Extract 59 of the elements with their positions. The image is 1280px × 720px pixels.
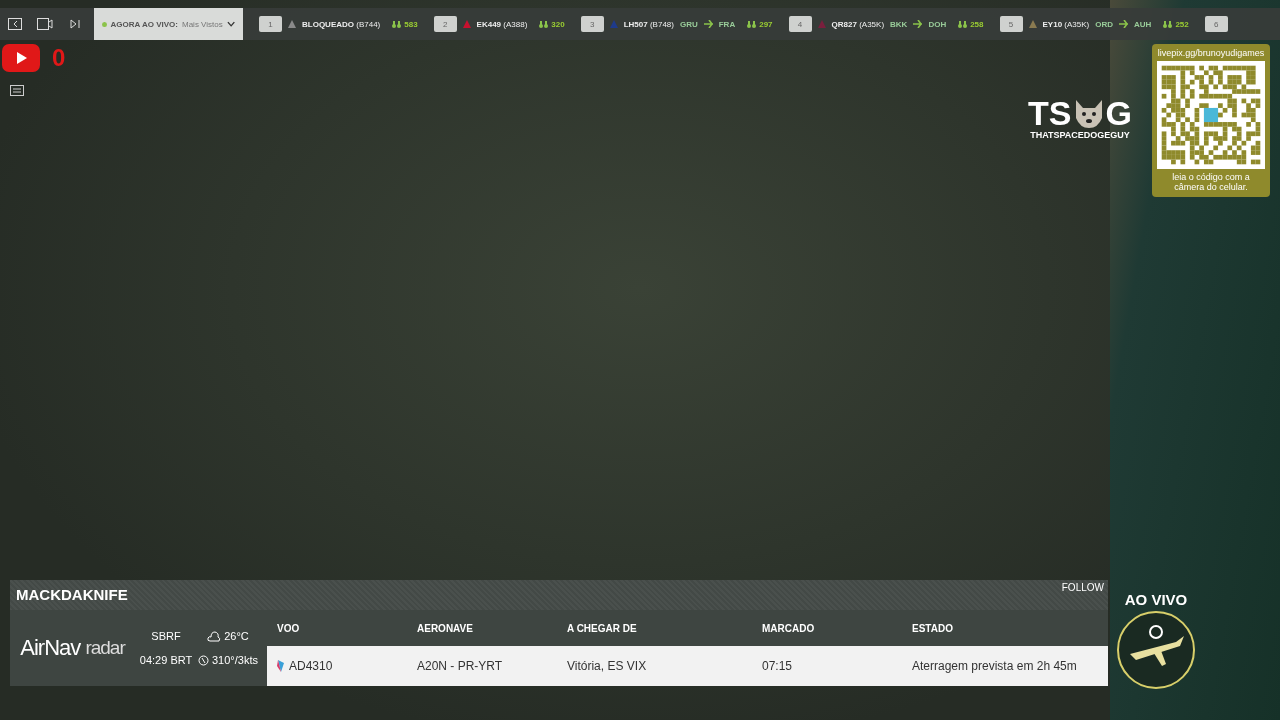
- origin-code: BKK: [890, 19, 908, 29]
- airnav-logo: AirNav radar: [19, 634, 127, 662]
- table-cell: Vitória, ES VIX: [567, 659, 647, 673]
- flight-label[interactable]: LH507 (B748): [623, 19, 674, 29]
- view-count: 320: [551, 19, 565, 29]
- column-header: MARCADO: [762, 622, 816, 634]
- flight-label[interactable]: EK449 (A388): [476, 19, 528, 29]
- viewer-count: 0: [52, 44, 66, 72]
- flight-label[interactable]: BLOQUEADO (B744): [302, 19, 381, 29]
- airline-logo-icon: [277, 660, 285, 672]
- rank-label: 2: [433, 16, 457, 32]
- binoculars-icon: [539, 20, 549, 28]
- rank-label: 6: [1204, 16, 1228, 32]
- qr-url: livepix.gg/brunoyudigames: [1157, 48, 1265, 58]
- table-cell: 07:15: [762, 659, 793, 673]
- origin-code: ORD: [1095, 19, 1114, 29]
- origin-code: GRU: [679, 19, 698, 29]
- qr-caption: leia o código com a câmera do celular.: [1171, 172, 1251, 192]
- rank-label: 1: [259, 16, 282, 32]
- logo-tagline: THATSPACEDOGEGUY: [1030, 130, 1130, 140]
- binoculars-icon: [392, 20, 402, 28]
- cloud-icon: [207, 630, 222, 642]
- view-count: 252: [1175, 19, 1189, 29]
- flight-label[interactable]: EY10 (A35K): [1042, 19, 1090, 29]
- feed-dropdown[interactable]: AGORA AO VIVO: Mais Vistos: [94, 8, 243, 40]
- flight-row[interactable]: AD4310 A20N - PR-YRT Vitória, ES VIX 07:15 Aterragem prevista em 2h 45m: [267, 646, 1108, 686]
- column-header: ESTADO: [912, 622, 954, 634]
- airplane-badge-icon: [1116, 610, 1196, 690]
- table-cell: AD4310: [289, 659, 333, 673]
- rank-label: 4: [788, 16, 812, 32]
- local-time: 04:29 BRT: [138, 654, 194, 666]
- column-header: A CHEGAR DE: [567, 622, 638, 634]
- binoculars-icon: [747, 20, 757, 28]
- binoculars-icon: [1163, 20, 1173, 28]
- logo-text: TS: [1028, 96, 1072, 130]
- flight-label[interactable]: QR827 (A35K): [831, 19, 885, 29]
- logo-text: G: [1105, 96, 1132, 130]
- view-count: 297: [759, 19, 773, 29]
- destination-code: FRA: [718, 19, 736, 29]
- rank-label: 5: [999, 16, 1023, 32]
- column-header: AERONAVE: [417, 622, 474, 634]
- wind-reading: 310°/3kts: [212, 654, 258, 666]
- wind-icon: [198, 654, 209, 666]
- temperature: 26°C: [224, 630, 249, 642]
- callsign: MACKDAKNIFE: [16, 586, 128, 603]
- view-count: 583: [404, 19, 418, 29]
- destination-code: DOH: [928, 19, 947, 29]
- binoculars-icon: [958, 20, 968, 28]
- table-cell: A20N - PR-YRT: [417, 659, 503, 673]
- rank-label: 3: [580, 16, 604, 32]
- follow-button[interactable]: FOLLOW: [1061, 580, 1104, 595]
- airport-code: SBRF: [150, 630, 182, 642]
- live-label: AO VIVO: [1124, 591, 1188, 608]
- view-count: 258: [970, 19, 984, 29]
- table-cell: Aterragem prevista em 2h 45m: [912, 659, 1077, 673]
- chevron-down-icon: [226, 21, 235, 27]
- destination-code: AUH: [1134, 19, 1152, 29]
- youtube-logo-icon: [2, 44, 40, 72]
- column-header: VOO: [277, 622, 301, 634]
